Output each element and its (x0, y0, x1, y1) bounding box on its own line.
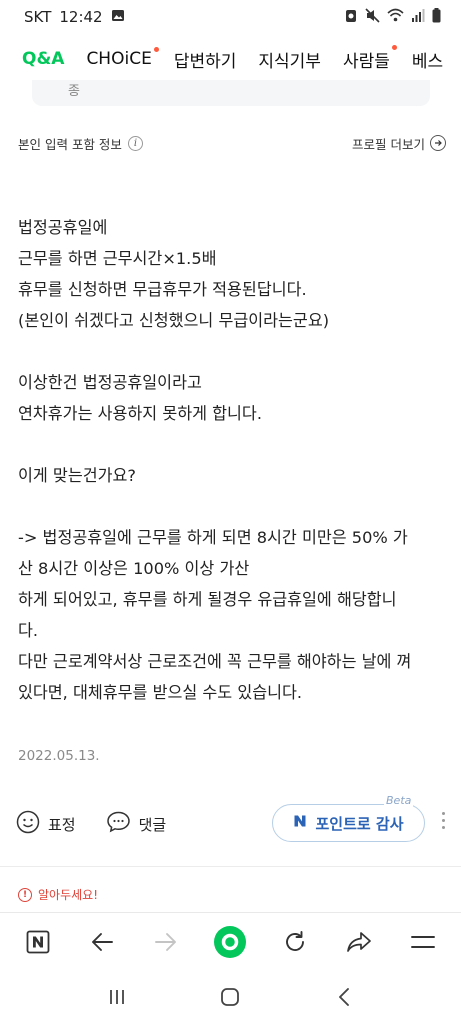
reaction-bar: 표정 댓글 포인트로 감사 Beta (16, 794, 456, 844)
thank-with-points-button[interactable]: 포인트로 감사 (272, 804, 425, 842)
notice[interactable]: ! 알아두세요! (18, 886, 98, 903)
signal-icon (411, 8, 425, 26)
back-button[interactable] (82, 924, 122, 964)
emotion-button[interactable]: 표정 (16, 810, 76, 838)
forward-button[interactable] (146, 924, 186, 964)
tab-label: Q&A (22, 49, 65, 69)
clock: 12:42 (59, 8, 103, 26)
battery-icon (432, 7, 441, 27)
tab-label: 답변하기 (173, 51, 237, 72)
arrow-right-icon (154, 932, 178, 956)
wifi-icon (387, 8, 404, 26)
more-options-icon[interactable] (442, 812, 445, 829)
menu-button[interactable] (403, 924, 443, 964)
card-text: 종 (68, 84, 80, 99)
beta-badge: Beta (384, 794, 414, 807)
tab-qna[interactable]: Q&A (22, 49, 64, 69)
refresh-icon (283, 930, 307, 958)
home-button[interactable] (210, 979, 250, 1019)
system-back-button[interactable] (324, 979, 364, 1019)
emotion-label: 표정 (48, 815, 76, 834)
chevron-left-icon (337, 987, 351, 1011)
comment-icon (106, 810, 131, 838)
point-label: 포인트로 감사 (315, 814, 404, 833)
naver-home-button[interactable] (18, 924, 58, 964)
tab-people[interactable]: 사람들 (342, 44, 397, 72)
category-tabs: Q&A CHOiCE 답변하기 지식기부 사람들 베스 (0, 38, 461, 80)
info-icon[interactable]: i (127, 135, 143, 151)
arrow-left-icon (90, 932, 114, 956)
divider (0, 866, 461, 867)
recent-apps-button[interactable] (97, 979, 137, 1019)
smile-icon (16, 810, 40, 838)
home-icon (220, 987, 240, 1011)
tab-label: 지식기부 (258, 51, 321, 72)
share-button[interactable] (339, 924, 379, 964)
notice-label: 알아두세요! (38, 888, 99, 902)
info-row: 본인 입력 포함 정보 i 프로필 더보기 (18, 132, 446, 154)
green-dot-button[interactable] (210, 924, 250, 964)
comment-label: 댓글 (138, 815, 167, 834)
comment-button[interactable]: 댓글 (106, 810, 167, 838)
previous-card: 종 (32, 80, 430, 106)
new-dot (391, 44, 397, 50)
browser-toolbar (0, 912, 461, 974)
tab-label: 베스 (411, 51, 444, 72)
recycle-icon (344, 8, 358, 27)
exclamation-icon: ! (18, 887, 32, 902)
tab-knowledge-donation[interactable]: 지식기부 (258, 47, 321, 72)
green-dot-icon (213, 925, 247, 963)
tab-label: 사람들 (342, 51, 390, 72)
answer-body: 법정공휴일에 근무를 하면 근무시간×1.5배 휴무를 신청하면 무급휴무가 적… (18, 212, 448, 708)
share-icon (346, 931, 372, 957)
answer-paragraph: 이게 맞는건가요? (18, 466, 136, 485)
refresh-button[interactable] (275, 924, 315, 964)
naver-n-icon (26, 930, 50, 958)
answer-date: 2022.05.13. (18, 748, 100, 764)
naver-n-icon (293, 814, 307, 832)
info-label: 본인 입력 포함 정보 (18, 136, 122, 152)
system-navigation (0, 974, 461, 1024)
answer-paragraph: 법정공휴일에 근무를 하면 근무시간×1.5배 휴무를 신청하면 무급휴무가 적… (18, 218, 330, 330)
tab-best[interactable]: 베스 (412, 47, 443, 72)
recent-apps-icon (108, 988, 126, 1010)
tab-answer[interactable]: 답변하기 (174, 47, 237, 72)
tab-choice[interactable]: CHOiCE (86, 47, 159, 69)
arrow-right-icon (430, 135, 446, 151)
answer-paragraph: 이상한건 법정공휴일이라고 연차휴가는 사용하지 못하게 합니다. (18, 373, 262, 423)
gallery-icon (111, 8, 125, 26)
status-bar: SKT 12:42 (0, 0, 461, 34)
answer-paragraph: -> 법정공휴일에 근무를 하게 되면 8시간 미만은 50% 가 산 8시간 … (18, 528, 412, 702)
carrier-label: SKT (24, 8, 52, 26)
tab-label: CHOiCE (86, 49, 152, 69)
profile-more-link[interactable]: 프로필 더보기 (352, 134, 446, 153)
mute-icon (365, 7, 380, 27)
profile-more-label: 프로필 더보기 (352, 136, 425, 152)
new-dot (153, 47, 159, 52)
menu-icon (410, 934, 435, 953)
